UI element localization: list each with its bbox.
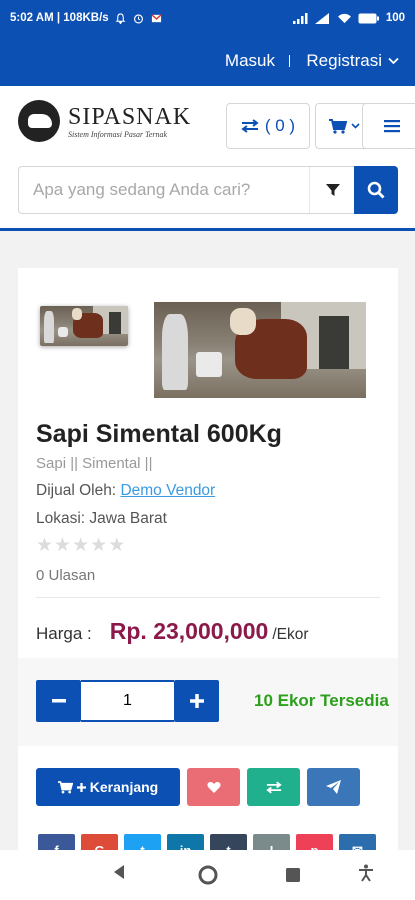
compare-arrows-icon bbox=[265, 780, 282, 794]
back-icon[interactable] bbox=[112, 864, 126, 880]
home-icon[interactable] bbox=[198, 865, 218, 885]
plus-icon bbox=[189, 694, 204, 708]
star-icon: ★ bbox=[72, 534, 90, 556]
alarm-icon bbox=[133, 13, 143, 23]
accessibility-icon[interactable] bbox=[358, 864, 374, 882]
filter-icon bbox=[325, 184, 340, 196]
divider bbox=[36, 597, 380, 598]
add-to-compare-button[interactable] bbox=[247, 768, 300, 806]
top-nav: Masuk Registrasi bbox=[0, 36, 415, 86]
battery-percent: 100 bbox=[385, 12, 405, 24]
seller-label: Dijual Oleh: bbox=[36, 482, 117, 499]
add-to-cart-label: Keranjang bbox=[89, 779, 159, 795]
quantity-input[interactable] bbox=[81, 680, 174, 722]
register-label: Registrasi bbox=[306, 51, 382, 70]
star-icon: ★ bbox=[108, 534, 126, 556]
product-seller: Dijual Oleh: Demo Vendor bbox=[36, 482, 215, 500]
search-icon bbox=[367, 181, 385, 199]
cart-icon bbox=[328, 118, 347, 134]
gmail-icon bbox=[151, 13, 162, 22]
product-main-image[interactable] bbox=[154, 302, 366, 398]
compare-count: ( 0 ) bbox=[264, 116, 296, 135]
quantity-section: 10 Ekor Tersedia bbox=[18, 658, 398, 746]
review-count[interactable]: 0 Ulasan bbox=[36, 567, 95, 584]
chevron-down-icon bbox=[350, 123, 360, 129]
compare-arrows-icon bbox=[241, 119, 259, 133]
product-actions: Keranjang bbox=[36, 768, 360, 806]
star-icon: ★ bbox=[54, 534, 72, 556]
product-title: Sapi Simental 600Kg bbox=[36, 420, 282, 448]
nav-separator bbox=[289, 55, 290, 67]
signal-icon-2 bbox=[314, 12, 329, 24]
notification-bell-icon bbox=[115, 12, 126, 24]
login-link[interactable]: Masuk bbox=[225, 51, 275, 71]
seller-link[interactable]: Demo Vendor bbox=[120, 482, 215, 499]
wifi-icon bbox=[337, 13, 351, 23]
logo-tagline: Sistem Informasi Pasar Ternak bbox=[68, 129, 168, 139]
menu-button[interactable] bbox=[362, 103, 415, 149]
star-icon: ★ bbox=[90, 534, 108, 556]
plus-icon bbox=[76, 782, 86, 792]
price-row: Harga : Rp. 23,000,000 /Ekor bbox=[36, 618, 309, 645]
product-thumbnail[interactable] bbox=[40, 306, 128, 346]
search-input[interactable] bbox=[19, 167, 309, 213]
filter-button[interactable] bbox=[309, 167, 355, 213]
star-icon: ★ bbox=[36, 534, 54, 556]
quantity-stepper bbox=[36, 680, 219, 722]
heart-icon bbox=[206, 781, 221, 793]
register-dropdown[interactable]: Registrasi bbox=[306, 51, 399, 71]
wishlist-button[interactable] bbox=[187, 768, 240, 806]
recent-apps-icon[interactable] bbox=[286, 868, 300, 882]
price-unit: /Ekor bbox=[272, 626, 309, 643]
increase-quantity-button[interactable] bbox=[174, 680, 219, 722]
status-time: 5:02 AM | 108KB/s bbox=[10, 12, 109, 24]
decrease-quantity-button[interactable] bbox=[36, 680, 81, 722]
rating-stars: ★ ★ ★ ★ ★ bbox=[36, 534, 126, 556]
minus-icon bbox=[51, 699, 66, 703]
product-location: Lokasi: Jawa Barat bbox=[36, 510, 167, 527]
logo-cow-icon bbox=[18, 100, 60, 142]
cart-icon bbox=[57, 780, 73, 793]
signal-icon bbox=[292, 12, 308, 24]
price-value: Rp. 23,000,000 bbox=[109, 618, 269, 644]
add-to-cart-button[interactable]: Keranjang bbox=[36, 768, 180, 806]
battery-icon bbox=[358, 13, 379, 23]
product-card: Sapi Simental 600Kg Sapi || Simental || … bbox=[18, 268, 398, 868]
compare-button[interactable]: ( 0 ) bbox=[226, 103, 310, 149]
send-message-button[interactable] bbox=[307, 768, 360, 806]
hamburger-menu-icon bbox=[384, 120, 400, 133]
price-label: Harga : bbox=[36, 624, 92, 643]
site-header: SIPASNAK Sistem Informasi Pasar Ternak (… bbox=[0, 86, 415, 231]
search-bar bbox=[18, 166, 398, 214]
status-bar: 5:02 AM | 108KB/s 100 bbox=[0, 0, 415, 36]
paper-plane-icon bbox=[326, 780, 341, 794]
system-nav-bar bbox=[0, 850, 415, 900]
product-category: Sapi || Simental || bbox=[36, 455, 153, 472]
logo-name: SIPASNAK bbox=[68, 103, 192, 130]
search-button[interactable] bbox=[354, 166, 398, 214]
site-logo[interactable]: SIPASNAK Sistem Informasi Pasar Ternak bbox=[18, 100, 191, 142]
chevron-down-icon bbox=[388, 57, 399, 65]
stock-availability: 10 Ekor Tersedia bbox=[254, 691, 389, 710]
